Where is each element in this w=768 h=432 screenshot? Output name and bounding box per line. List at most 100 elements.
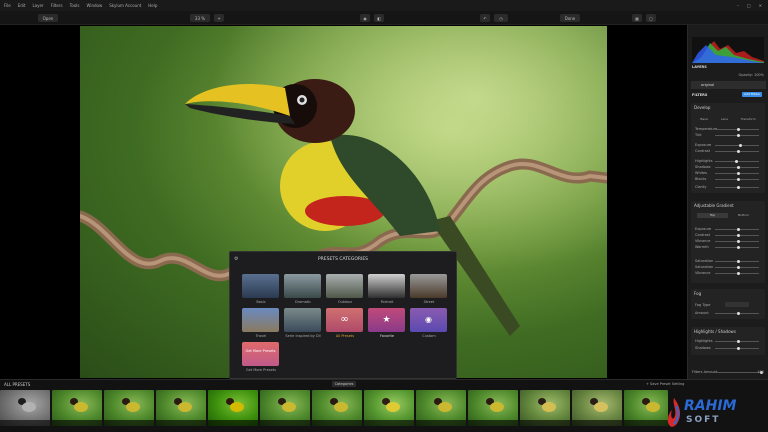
preset-thumb[interactable] <box>208 390 258 426</box>
section-title: Develop <box>694 105 711 110</box>
tile-serie[interactable] <box>284 308 321 332</box>
tab-lens[interactable]: Lens <box>721 117 728 121</box>
filmstrip: ALL PRESETS Categories + Save Preset Set… <box>0 379 768 432</box>
develop-section: Develop Basic Lens Transform Temperature… <box>691 103 765 193</box>
preset-thumb[interactable] <box>520 390 570 426</box>
tile-get-more[interactable]: Get More Presets <box>242 342 279 366</box>
done-button[interactable]: Done <box>560 14 580 22</box>
grad-saturation-slider[interactable] <box>715 260 759 263</box>
grad-saturation2-slider[interactable] <box>715 266 759 269</box>
star-icon: ★ <box>382 315 391 325</box>
tab-top[interactable]: Top <box>697 213 728 218</box>
open-button[interactable]: Open <box>38 14 58 22</box>
shadows-slider[interactable] <box>715 166 759 169</box>
exposure-slider[interactable] <box>715 144 759 147</box>
highlights-shadows-section: Highlights / Shadows Highlights Shadows <box>691 327 765 355</box>
right-panel: LAYERS Opacity: 100% original FILTERS Ad… <box>687 25 768 432</box>
blacks-slider[interactable] <box>715 178 759 181</box>
tile-custom[interactable]: ◉ <box>410 308 447 332</box>
tile-label: Custom <box>422 334 436 338</box>
preset-thumb[interactable] <box>156 390 206 426</box>
preset-thumb[interactable] <box>416 390 466 426</box>
tile-street[interactable] <box>410 274 447 298</box>
minimize-icon[interactable]: – <box>737 3 739 8</box>
grad-warmth-slider[interactable] <box>715 246 759 249</box>
eye-icon[interactable]: ◉ <box>360 14 370 22</box>
menu-window[interactable]: Window <box>86 3 102 8</box>
categories-button[interactable]: Categories <box>332 381 356 387</box>
watermark-logo: RAHIM SOFT <box>664 394 768 432</box>
menu-layer[interactable]: Layer <box>32 3 43 8</box>
layer-row[interactable]: original <box>691 81 766 89</box>
tint-slider[interactable] <box>715 134 759 137</box>
opacity-label[interactable]: Opacity: 100% <box>692 73 764 77</box>
fog-amount-slider[interactable] <box>715 312 759 315</box>
tile-portrait[interactable] <box>368 274 405 298</box>
menu-tools[interactable]: Tools <box>70 3 80 8</box>
modal-title: PRESETS CATEGORIES <box>317 257 369 262</box>
add-filters-button[interactable]: Add Filters <box>742 92 762 97</box>
presets-categories-modal: ⚙ PRESETS CATEGORIES Basic Dramatic Outd… <box>229 251 457 379</box>
whites-slider[interactable] <box>715 172 759 175</box>
grid-view-icon[interactable]: ▦ <box>632 14 642 22</box>
compare-icon[interactable]: ◧ <box>374 14 384 22</box>
tab-bottom[interactable]: Bottom <box>728 213 759 218</box>
highlights-slider[interactable] <box>715 160 759 163</box>
fog-type-select[interactable] <box>725 302 749 307</box>
section-title: Fog <box>694 291 702 296</box>
preset-thumb[interactable] <box>0 390 50 426</box>
layer-name: original <box>701 83 715 87</box>
tile-basic[interactable] <box>242 274 279 298</box>
grad-exposure-slider[interactable] <box>715 228 759 231</box>
undo-icon[interactable]: ↶ <box>480 14 490 22</box>
single-view-icon[interactable]: ▢ <box>646 14 656 22</box>
window-controls: – □ ✕ <box>737 3 768 8</box>
close-icon[interactable]: ✕ <box>759 3 762 8</box>
hs-shadows-slider[interactable] <box>715 347 759 350</box>
user-icon: ◉ <box>425 315 432 324</box>
preset-thumb[interactable] <box>364 390 414 426</box>
preset-thumb[interactable] <box>260 390 310 426</box>
toolbar: Open 33 % + ◉ ◧ ↶ ◷ Done ▦ ▢ <box>0 11 768 25</box>
grad-vibrance2-slider[interactable] <box>715 272 759 275</box>
tab-transform[interactable]: Transform <box>741 117 756 121</box>
preset-thumb[interactable] <box>104 390 154 426</box>
menu-filters[interactable]: Filters <box>51 3 63 8</box>
menu-edit[interactable]: Edit <box>18 3 26 8</box>
tab-basic[interactable]: Basic <box>700 117 708 121</box>
preset-thumb[interactable] <box>52 390 102 426</box>
hs-highlights-slider[interactable] <box>715 340 759 343</box>
preset-thumb[interactable] <box>312 390 362 426</box>
history-icon[interactable]: ◷ <box>494 14 508 22</box>
gradient-section: Adjustable Gradient Top Bottom Exposure … <box>691 201 765 283</box>
tile-outdoor[interactable] <box>326 274 363 298</box>
temperature-slider[interactable] <box>715 128 759 131</box>
filters-amount-value: 100 <box>757 370 764 374</box>
zoom-in-icon[interactable]: + <box>214 14 224 22</box>
zoom-display[interactable]: 33 % <box>190 14 210 22</box>
save-preset-button[interactable]: + Save Preset Setting <box>646 382 684 386</box>
menu-help[interactable]: Help <box>148 3 157 8</box>
menu-bar: File Edit Layer Filters Tools Window Sky… <box>0 0 768 11</box>
histogram-chart <box>692 41 764 63</box>
preset-thumb[interactable] <box>468 390 518 426</box>
tile-dramatic[interactable] <box>284 274 321 298</box>
menu-account[interactable]: Skylum Account <box>109 3 141 8</box>
tile-favorite[interactable]: ★ <box>368 308 405 332</box>
clarity-slider[interactable] <box>715 186 759 189</box>
section-title: Highlights / Shadows <box>694 329 736 334</box>
tile-travel[interactable] <box>242 308 279 332</box>
preset-thumb[interactable] <box>572 390 622 426</box>
layers-title: LAYERS <box>692 65 707 69</box>
contrast-slider[interactable] <box>715 150 759 153</box>
preset-thumb[interactable] <box>624 390 668 426</box>
tile-label: Get More Presets <box>246 368 276 372</box>
maximize-icon[interactable]: □ <box>747 3 751 8</box>
grad-vibrance-slider[interactable] <box>715 240 759 243</box>
section-title: Adjustable Gradient <box>694 203 734 208</box>
infinity-icon: ∞ <box>340 314 349 325</box>
menu-file[interactable]: File <box>4 3 11 8</box>
grad-contrast-slider[interactable] <box>715 234 759 237</box>
watermark-text-2: SOFT <box>686 415 721 425</box>
tile-all-presets[interactable]: ∞ <box>326 308 363 332</box>
